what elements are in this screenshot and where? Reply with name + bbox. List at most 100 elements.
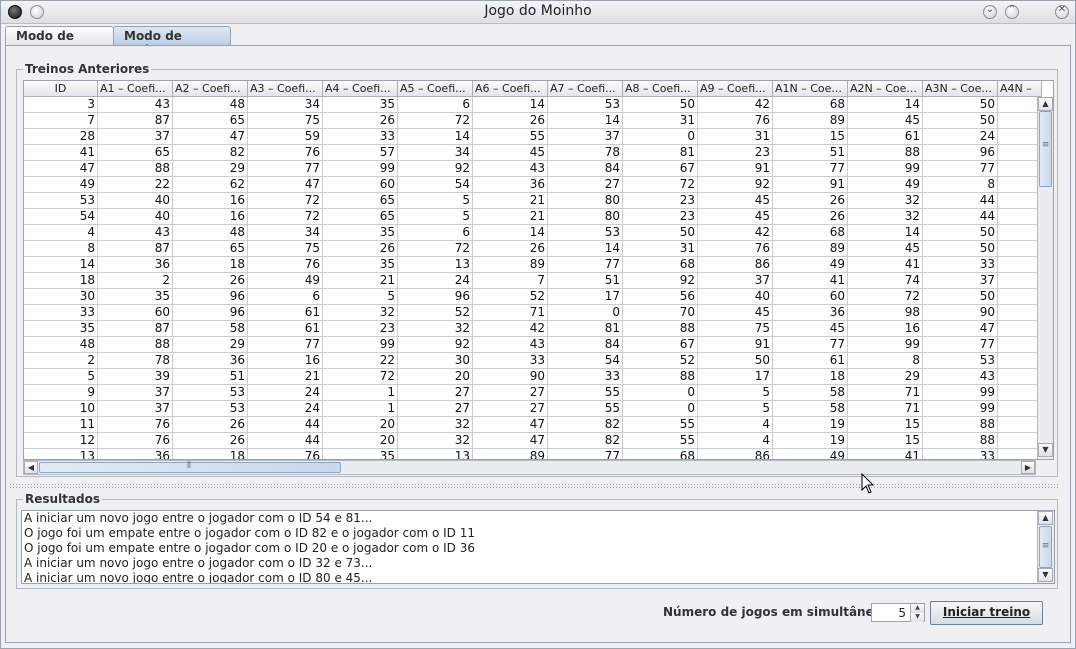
table-cell[interactable]: 99 xyxy=(323,337,398,353)
table-cell[interactable]: 36 xyxy=(98,449,173,459)
table-cell[interactable] xyxy=(998,177,1042,193)
table-cell[interactable]: 71 xyxy=(473,305,548,321)
table-cell[interactable]: 21 xyxy=(473,193,548,209)
column-header[interactable]: A3N – Coe... xyxy=(923,81,998,97)
table-cell[interactable]: 33 xyxy=(548,369,623,385)
scroll-down-icon[interactable]: ▼ xyxy=(1038,568,1053,582)
table-cell[interactable]: 72 xyxy=(623,177,698,193)
table-cell[interactable]: 71 xyxy=(848,385,923,401)
table-cell[interactable]: 7 xyxy=(473,273,548,289)
table-cell[interactable]: 31 xyxy=(623,241,698,257)
table-cell[interactable]: 13 xyxy=(398,449,473,459)
table-row[interactable]: 11 76 26 44 20 32 47 82 55 4 19 15 88 xyxy=(24,417,1042,433)
table-cell[interactable]: 37 xyxy=(923,273,998,289)
table-cell[interactable]: 45 xyxy=(848,113,923,129)
table-cell[interactable]: 37 xyxy=(98,385,173,401)
table-row[interactable]: 5 39 51 21 72 20 90 33 88 17 18 29 43 xyxy=(24,369,1042,385)
table-cell[interactable]: 88 xyxy=(623,321,698,337)
table-cell[interactable]: 27 xyxy=(548,177,623,193)
table-cell[interactable]: 33 xyxy=(323,129,398,145)
table-cell[interactable] xyxy=(998,97,1042,113)
table-cell[interactable] xyxy=(998,449,1042,459)
table-cell[interactable] xyxy=(998,385,1042,401)
table-cell[interactable]: 20 xyxy=(398,369,473,385)
scroll-left-icon[interactable]: ◀ xyxy=(24,461,38,474)
table-cell[interactable]: 77 xyxy=(548,449,623,459)
table-cell[interactable]: 33 xyxy=(923,449,998,459)
table-cell[interactable]: 89 xyxy=(773,241,848,257)
table-cell[interactable] xyxy=(998,321,1042,337)
table-cell[interactable]: 65 xyxy=(173,241,248,257)
table-cell[interactable]: 48 xyxy=(173,97,248,113)
table-cell[interactable]: 44 xyxy=(248,433,323,449)
table-cell[interactable]: 67 xyxy=(623,161,698,177)
table-cell[interactable]: 47 xyxy=(248,177,323,193)
table-cell[interactable]: 0 xyxy=(623,385,698,401)
table-cell[interactable]: 99 xyxy=(323,161,398,177)
table-cell[interactable]: 32 xyxy=(848,193,923,209)
table-cell[interactable]: 76 xyxy=(698,241,773,257)
table-cell[interactable]: 13 xyxy=(398,257,473,273)
table-cell[interactable] xyxy=(998,225,1042,241)
table-cell[interactable]: 72 xyxy=(248,193,323,209)
table-cell[interactable]: 92 xyxy=(698,177,773,193)
table-cell[interactable]: 77 xyxy=(773,337,848,353)
table-cell[interactable]: 74 xyxy=(848,273,923,289)
table-row[interactable]: 48 88 29 77 99 92 43 84 67 91 77 99 77 xyxy=(24,337,1042,353)
table-cell[interactable]: 15 xyxy=(848,417,923,433)
table-cell[interactable] xyxy=(998,433,1042,449)
table-cell[interactable]: 87 xyxy=(98,113,173,129)
table-cell[interactable] xyxy=(998,369,1042,385)
table-cell[interactable]: 78 xyxy=(98,353,173,369)
table-cell[interactable]: 55 xyxy=(548,385,623,401)
table-cell[interactable]: 30 xyxy=(24,289,98,305)
table-cell[interactable]: 87 xyxy=(98,241,173,257)
table-cell[interactable]: 24 xyxy=(398,273,473,289)
table-cell[interactable]: 48 xyxy=(173,225,248,241)
table-cell[interactable]: 55 xyxy=(623,417,698,433)
table-cell[interactable]: 99 xyxy=(923,385,998,401)
column-header[interactable]: A2 – Coefi... xyxy=(173,81,248,97)
scroll-up-icon[interactable]: ▲ xyxy=(1038,511,1053,525)
table-cell[interactable] xyxy=(998,289,1042,305)
table-cell[interactable]: 49 xyxy=(773,449,848,459)
column-header[interactable]: ID xyxy=(24,81,98,97)
table-cell[interactable]: 76 xyxy=(248,145,323,161)
table-cell[interactable]: 77 xyxy=(548,257,623,273)
table-cell[interactable]: 35 xyxy=(24,321,98,337)
table-cell[interactable]: 82 xyxy=(548,433,623,449)
table-cell[interactable]: 32 xyxy=(848,209,923,225)
table-cell[interactable]: 41 xyxy=(773,273,848,289)
table-cell[interactable]: 32 xyxy=(398,433,473,449)
table-cell[interactable]: 29 xyxy=(173,337,248,353)
table-cell[interactable]: 58 xyxy=(773,401,848,417)
table-cell[interactable]: 65 xyxy=(98,145,173,161)
table-cell[interactable]: 4 xyxy=(24,225,98,241)
table-cell[interactable]: 21 xyxy=(473,209,548,225)
table-cell[interactable]: 23 xyxy=(698,145,773,161)
table-cell[interactable]: 20 xyxy=(323,433,398,449)
table-cell[interactable]: 36 xyxy=(773,305,848,321)
scroll-down-icon[interactable]: ▼ xyxy=(1038,443,1053,457)
table-cell[interactable]: 16 xyxy=(173,209,248,225)
table-cell[interactable]: 71 xyxy=(848,401,923,417)
column-header[interactable]: A7 – Coefi... xyxy=(548,81,623,97)
table-cell[interactable]: 99 xyxy=(923,401,998,417)
table-cell[interactable]: 23 xyxy=(623,209,698,225)
table-row[interactable]: 47 88 29 77 99 92 43 84 67 91 77 99 77 xyxy=(24,161,1042,177)
table-cell[interactable]: 72 xyxy=(398,241,473,257)
table-cell[interactable]: 34 xyxy=(248,225,323,241)
column-header[interactable]: A9 – Coefi... xyxy=(698,81,773,97)
table-cell[interactable]: 59 xyxy=(248,129,323,145)
table-cell[interactable]: 11 xyxy=(24,417,98,433)
table-cell[interactable]: 65 xyxy=(173,113,248,129)
table-cell[interactable]: 45 xyxy=(698,305,773,321)
table-cell[interactable]: 17 xyxy=(698,369,773,385)
table-cell[interactable]: 86 xyxy=(698,257,773,273)
simultaneous-games-spinner[interactable]: 5 ▲ ▼ xyxy=(871,603,925,622)
tab-modo-de-treino[interactable]: Modo de Treino xyxy=(113,26,231,57)
table-cell[interactable]: 99 xyxy=(848,161,923,177)
table-cell[interactable]: 98 xyxy=(848,305,923,321)
maximize-icon[interactable]: ⌃ xyxy=(1005,4,1019,19)
table-row[interactable]: 13 36 18 76 35 13 89 77 68 86 49 41 33 xyxy=(24,449,1042,459)
